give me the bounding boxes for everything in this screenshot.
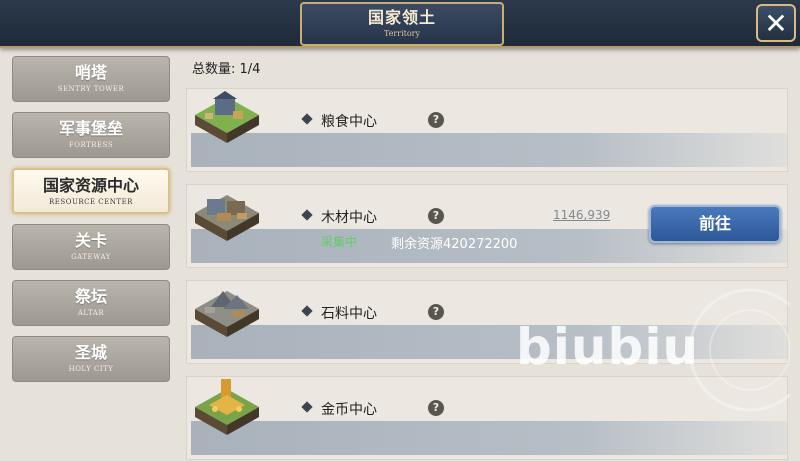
remaining-resources: 剩余资源420272200	[391, 237, 518, 252]
resource-card-food[interactable]: 粮食中心 ?	[186, 88, 788, 172]
tab-gateway[interactable]: 关卡 GATEWAY	[12, 224, 170, 270]
total-count: 总数量: 1/4	[192, 62, 261, 77]
quarry-building-icon	[195, 291, 259, 337]
farm-building-icon	[195, 91, 259, 143]
page-subtitle: Territory	[383, 29, 421, 38]
tab-label-cn: 圣城	[74, 343, 107, 362]
diamond-icon	[301, 209, 313, 221]
diamond-icon	[301, 113, 313, 125]
card-bar	[191, 133, 787, 167]
help-icon[interactable]: ?	[428, 304, 444, 320]
top-header: 国家领土 Territory ✕	[0, 0, 800, 48]
center-name: 石料中心	[321, 306, 377, 322]
tab-label-en: RESOURCE CENTER	[49, 198, 133, 206]
tab-label-en: FORTRESS	[68, 141, 114, 149]
title-plate: 国家领土 Territory	[300, 2, 504, 46]
tab-fortress[interactable]: 军事堡垒 FORTRESS	[12, 112, 170, 158]
tab-sentry-tower[interactable]: 哨塔 SENTRY TOWER	[12, 56, 170, 102]
page-title: 国家领土	[367, 8, 436, 27]
tab-label-en: HOLY CITY	[68, 365, 114, 373]
center-name: 木材中心	[321, 210, 377, 226]
coordinates-link[interactable]: 1146,939	[553, 208, 610, 222]
help-icon[interactable]: ?	[428, 112, 444, 128]
tab-label-cn: 祭坛	[74, 287, 107, 306]
tab-label-en: ALTAR	[77, 309, 105, 317]
go-button[interactable]: 前往	[649, 205, 781, 243]
diamond-icon	[301, 401, 313, 413]
tab-resource-center[interactable]: 国家资源中心 RESOURCE CENTER	[12, 168, 170, 214]
status-collecting: 采集中	[321, 235, 358, 249]
watermark-text: biubiu	[516, 318, 700, 376]
tab-label-cn: 国家资源中心	[42, 176, 139, 195]
tab-label-cn: 哨塔	[74, 63, 107, 82]
close-button[interactable]: ✕	[756, 4, 796, 42]
help-icon[interactable]: ?	[428, 400, 444, 416]
tab-label-en: SENTRY TOWER	[57, 85, 125, 93]
center-name: 金币中心	[321, 402, 377, 418]
diamond-icon	[301, 305, 313, 317]
close-icon: ✕	[764, 7, 788, 40]
tab-label-cn: 军事堡垒	[58, 119, 123, 138]
gold-building-icon	[195, 379, 259, 435]
tab-label-en: GATEWAY	[71, 253, 111, 261]
tab-holy-city[interactable]: 圣城 HOLY CITY	[12, 336, 170, 382]
lumber-building-icon	[195, 195, 259, 241]
tab-label-cn: 关卡	[74, 231, 107, 250]
help-icon[interactable]: ?	[428, 208, 444, 224]
tab-altar[interactable]: 祭坛 ALTAR	[12, 280, 170, 326]
center-name: 粮食中心	[321, 114, 377, 130]
